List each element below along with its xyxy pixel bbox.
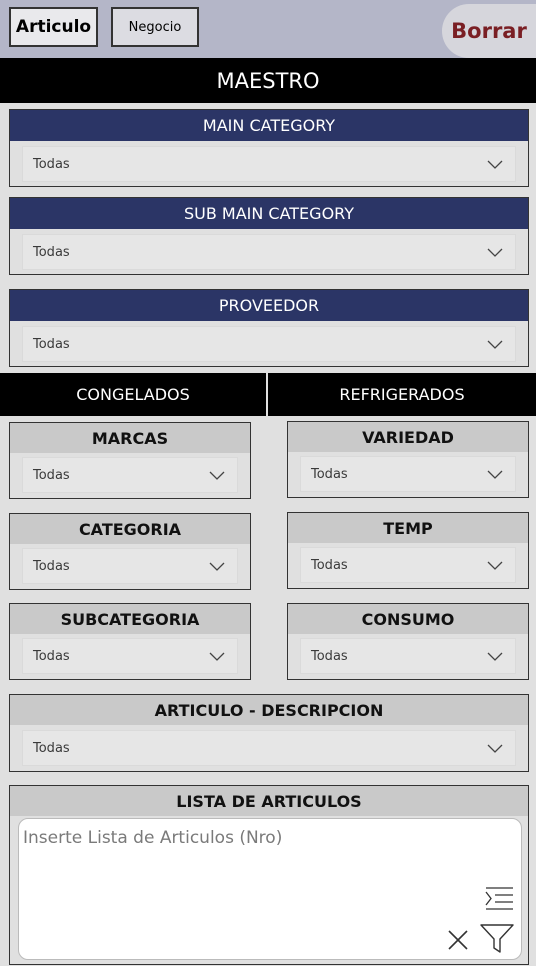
chevron-down-icon (209, 471, 225, 480)
marcas-filter: MARCAS Todas (9, 422, 251, 499)
chevron-down-icon (487, 248, 503, 257)
maestro-header: MAESTRO (0, 58, 536, 103)
filter-title: PROVEEDOR (10, 290, 528, 321)
chevron-down-icon (209, 652, 225, 661)
consumo-filter: CONSUMO Todas (287, 603, 529, 680)
filter-title: MARCAS (10, 423, 250, 453)
top-bar: Articulo Negocio Borrar (0, 0, 536, 58)
dropdown-value: Todas (33, 468, 70, 483)
dropdown-value: Todas (311, 467, 348, 482)
filter-title: TEMP (288, 513, 528, 543)
sub-main-category-filter: SUB MAIN CATEGORY Todas (9, 197, 529, 275)
filter-title: SUB MAIN CATEGORY (10, 198, 528, 229)
chevron-down-icon (487, 160, 503, 169)
chevron-down-icon (487, 652, 503, 661)
categoria-filter: CATEGORIA Todas (9, 513, 251, 590)
subcategoria-dropdown[interactable]: Todas (22, 638, 238, 674)
chevron-down-icon (487, 470, 503, 479)
filter-title: SUBCATEGORIA (10, 604, 250, 634)
temp-filter: TEMP Todas (287, 512, 529, 589)
lista-articulos-title: LISTA DE ARTICULOS (10, 786, 528, 816)
articulo-descripcion-filter: ARTICULO - DESCRIPCION Todas (9, 694, 529, 772)
proveedor-dropdown[interactable]: Todas (22, 326, 516, 362)
input-placeholder: Inserte Lista de Articulos (Nro) (23, 828, 283, 848)
dropdown-value: Todas (311, 649, 348, 664)
dropdown-value: Todas (33, 741, 70, 756)
close-icon[interactable] (447, 929, 469, 951)
proveedor-filter: PROVEEDOR Todas (9, 289, 529, 367)
indent-icon[interactable] (485, 886, 515, 912)
filter-title: CATEGORIA (10, 514, 250, 544)
consumo-dropdown[interactable]: Todas (300, 638, 516, 674)
filter-icon[interactable] (480, 924, 514, 954)
chevron-down-icon (487, 744, 503, 753)
lista-articulos-input[interactable]: Inserte Lista de Articulos (Nro) (18, 818, 522, 960)
filter-title: ARTICULO - DESCRIPCION (10, 695, 528, 725)
chevron-down-icon (487, 561, 503, 570)
refrigerados-header: REFRIGERADOS (268, 373, 536, 416)
dropdown-value: Todas (33, 649, 70, 664)
chevron-down-icon (487, 340, 503, 349)
temp-dropdown[interactable]: Todas (300, 547, 516, 583)
main-category-dropdown[interactable]: Todas (22, 146, 516, 182)
dropdown-value: Todas (33, 157, 70, 172)
marcas-dropdown[interactable]: Todas (22, 457, 238, 493)
subcategoria-filter: SUBCATEGORIA Todas (9, 603, 251, 680)
filter-title: VARIEDAD (288, 422, 528, 452)
lista-articulos-panel: LISTA DE ARTICULOS Inserte Lista de Arti… (9, 785, 529, 965)
main-category-filter: MAIN CATEGORY Todas (9, 109, 529, 187)
tab-articulo[interactable]: Articulo (9, 7, 98, 47)
dropdown-value: Todas (33, 337, 70, 352)
categoria-dropdown[interactable]: Todas (22, 548, 238, 584)
dropdown-value: Todas (33, 245, 70, 260)
dropdown-value: Todas (33, 559, 70, 574)
chevron-down-icon (209, 562, 225, 571)
tab-negocio[interactable]: Negocio (111, 7, 199, 47)
filter-title: CONSUMO (288, 604, 528, 634)
sub-main-category-dropdown[interactable]: Todas (22, 234, 516, 270)
variedad-filter: VARIEDAD Todas (287, 421, 529, 498)
dropdown-value: Todas (311, 558, 348, 573)
filter-title: MAIN CATEGORY (10, 110, 528, 141)
articulo-descripcion-dropdown[interactable]: Todas (22, 730, 516, 766)
congelados-header: CONGELADOS (0, 373, 266, 416)
variedad-dropdown[interactable]: Todas (300, 456, 516, 492)
borrar-button[interactable]: Borrar (442, 4, 536, 58)
